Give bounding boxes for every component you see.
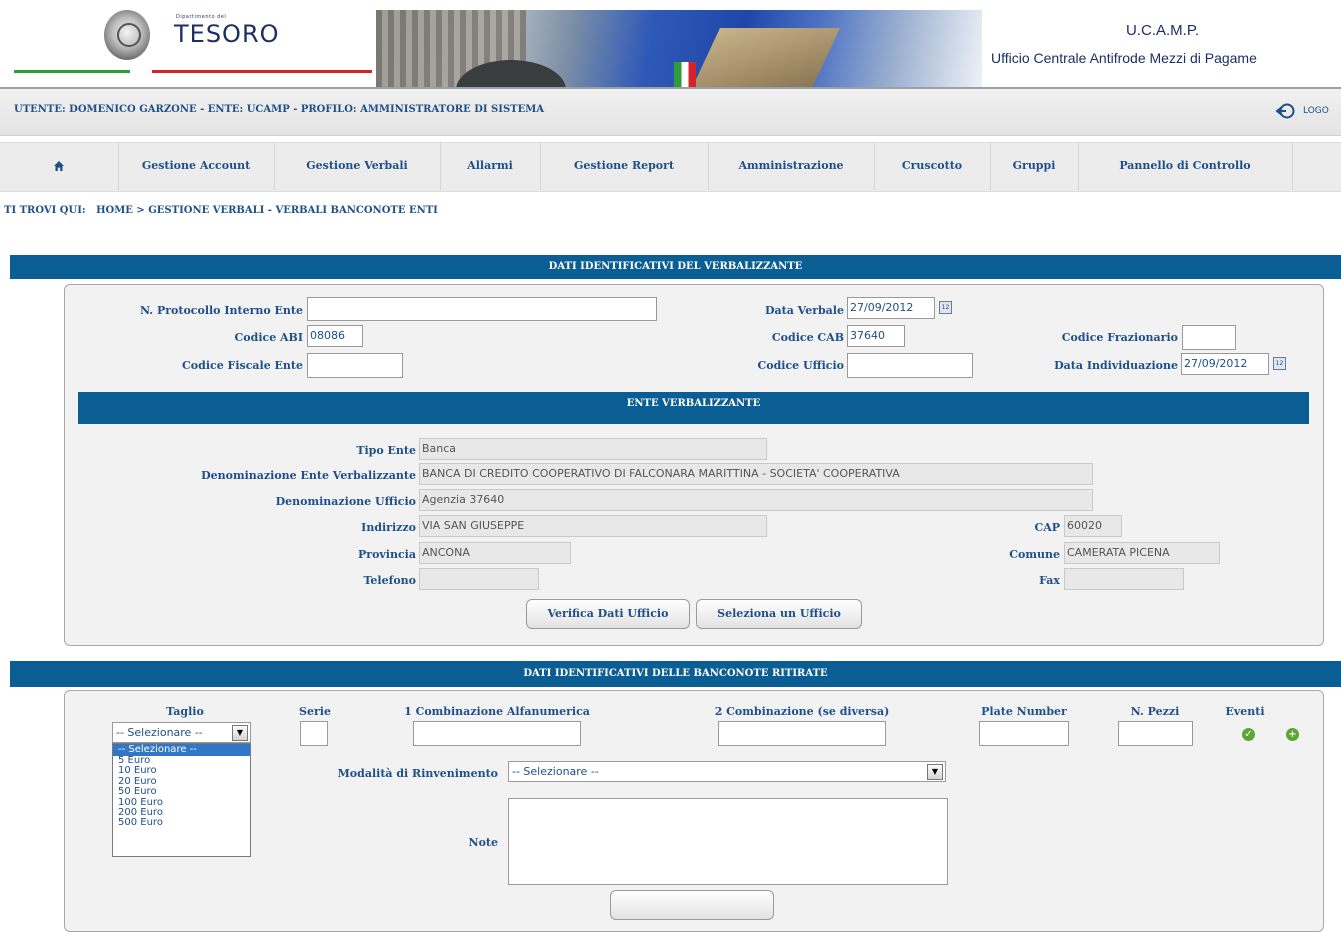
indirizzo-label: Indirizzo	[361, 521, 416, 534]
note-label: Note	[468, 836, 498, 849]
plate-number-header: Plate Number	[981, 705, 1067, 718]
taglio-header: Taglio	[166, 705, 204, 718]
protocollo-label: N. Protocollo Interno Ente	[139, 304, 303, 317]
logo-line-red	[152, 70, 372, 73]
breadcrumb-label: TI TROVI QUI:	[4, 205, 86, 216]
modalita-select[interactable]: -- Selezionare -- ▼	[508, 761, 946, 782]
republic-emblem-icon	[104, 10, 150, 60]
logout-link[interactable]: LOGO	[1303, 106, 1329, 116]
codice-abi-input[interactable]: 08086	[307, 325, 363, 347]
verifica-dati-ufficio-button[interactable]: Verifica Dati Ufficio	[526, 599, 690, 629]
denominazione-ufficio-value: Agenzia 37640	[419, 489, 1093, 511]
seleziona-ufficio-button[interactable]: Seleziona un Ufficio	[696, 599, 862, 629]
nav-gestione-verbali[interactable]: Gestione Verbali	[274, 142, 441, 190]
cap-value: 60020	[1064, 515, 1122, 537]
taglio-selected: -- Selezionare --	[116, 726, 203, 739]
serie-header: Serie	[299, 705, 331, 718]
org-short-name: U.C.A.M.P.	[1126, 22, 1200, 39]
comb2-input[interactable]	[718, 721, 886, 746]
codice-frazionario-input[interactable]	[1182, 325, 1236, 350]
data-individuazione-label: Data Individuazione	[1054, 359, 1178, 372]
note-textarea[interactable]	[508, 798, 948, 885]
section-ente-title: ENTE VERBALIZZANTE	[78, 392, 1309, 424]
user-info: UTENTE: DOMENICO GARZONE - ENTE: UCAMP -…	[14, 104, 545, 115]
plate-number-input[interactable]	[979, 721, 1069, 746]
comb2-header: 2 Combinazione (se diversa)	[714, 705, 890, 718]
taglio-dropdown[interactable]: -- Selezionare -- 5 Euro 10 Euro 20 Euro…	[112, 743, 251, 857]
check-circle-icon[interactable]: ✓	[1242, 728, 1255, 741]
chevron-down-icon[interactable]: ▼	[927, 764, 943, 780]
codice-ufficio-input[interactable]	[847, 353, 973, 378]
logo-text: TESORO	[174, 20, 280, 48]
nav-gestione-report[interactable]: Gestione Report	[540, 142, 709, 190]
logout-icon[interactable]	[1275, 103, 1299, 119]
codice-fiscale-input[interactable]	[307, 353, 403, 378]
fax-value	[1064, 568, 1184, 590]
breadcrumb: TI TROVI QUI: HOME > GESTIONE VERBALI - …	[4, 205, 438, 216]
codice-cab-label: Codice CAB	[771, 331, 844, 344]
codice-cab-input[interactable]: 37640	[847, 325, 905, 347]
data-verbale-label: Data Verbale	[764, 304, 844, 317]
provincia-value: ANCONA	[419, 542, 571, 564]
taglio-select[interactable]: -- Selezionare -- ▼	[112, 722, 251, 743]
home-icon	[54, 161, 64, 171]
indirizzo-value: VIA SAN GIUSEPPE	[419, 515, 767, 537]
nav-allarmi[interactable]: Allarmi	[440, 142, 541, 190]
partially-hidden-button[interactable]	[610, 890, 774, 920]
cap-label: CAP	[1034, 521, 1060, 534]
taglio-option[interactable]: 500 Euro	[113, 817, 250, 828]
nav-gestione-account[interactable]: Gestione Account	[118, 142, 275, 190]
nav-gruppi[interactable]: Gruppi	[990, 142, 1079, 190]
calendar-icon[interactable]: 12	[1273, 357, 1286, 370]
nav-cruscotto[interactable]: Cruscotto	[874, 142, 991, 190]
header-photo	[376, 10, 982, 88]
nav-pannello-controllo[interactable]: Pannello di Controllo	[1078, 142, 1293, 190]
logo-line-green	[14, 70, 130, 73]
comune-label: Comune	[1009, 548, 1060, 561]
n-pezzi-input[interactable]	[1118, 721, 1193, 746]
plus-circle-icon[interactable]: +	[1286, 728, 1299, 741]
taglio-option[interactable]: 50 Euro	[113, 786, 250, 797]
org-full-name: Ufficio Centrale Antifrode Mezzi di Paga…	[991, 50, 1257, 66]
comb1-header: 1 Combinazione Alfanumerica	[404, 705, 590, 718]
tipo-ente-label: Tipo Ente	[356, 444, 416, 457]
calendar-icon[interactable]: 12	[939, 301, 952, 314]
data-individuazione-input[interactable]: 27/09/2012	[1181, 353, 1269, 375]
modalita-label: Modalità di Rinvenimento	[337, 767, 498, 780]
breadcrumb-path[interactable]: HOME > GESTIONE VERBALI - VERBALI BANCON…	[96, 205, 438, 216]
nav-home[interactable]	[0, 142, 119, 190]
section-verbalizzante-title: DATI IDENTIFICATIVI DEL VERBALIZZANTE	[10, 255, 1341, 279]
denominazione-ente-value: BANCA DI CREDITO COOPERATIVO DI FALCONAR…	[419, 463, 1093, 485]
codice-ufficio-label: Codice Ufficio	[757, 359, 844, 372]
denominazione-ente-label: Denominazione Ente Verbalizzante	[201, 469, 416, 482]
data-verbale-input[interactable]: 27/09/2012	[847, 297, 935, 319]
protocollo-input[interactable]	[307, 297, 657, 321]
codice-abi-label: Codice ABI	[234, 331, 303, 344]
section-banconote-title: DATI IDENTIFICATIVI DELLE BANCONOTE RITI…	[10, 661, 1341, 687]
telefono-label: Telefono	[363, 574, 416, 587]
codice-fiscale-label: Codice Fiscale Ente	[182, 359, 303, 372]
comune-value: CAMERATA PICENA	[1064, 542, 1220, 564]
fax-label: Fax	[1039, 574, 1060, 587]
comb1-input[interactable]	[413, 721, 581, 746]
codice-frazionario-label: Codice Frazionario	[1061, 331, 1178, 344]
tipo-ente-value: Banca	[419, 438, 767, 460]
modalita-selected: -- Selezionare --	[512, 765, 599, 778]
provincia-label: Provincia	[358, 548, 416, 561]
eventi-header: Eventi	[1225, 705, 1265, 718]
telefono-value	[419, 568, 539, 590]
nav-amministrazione[interactable]: Amministrazione	[708, 142, 875, 190]
chevron-down-icon[interactable]: ▼	[232, 725, 248, 741]
serie-input[interactable]	[300, 721, 328, 746]
denominazione-ufficio-label: Denominazione Ufficio	[275, 495, 416, 508]
n-pezzi-header: N. Pezzi	[1130, 705, 1180, 718]
